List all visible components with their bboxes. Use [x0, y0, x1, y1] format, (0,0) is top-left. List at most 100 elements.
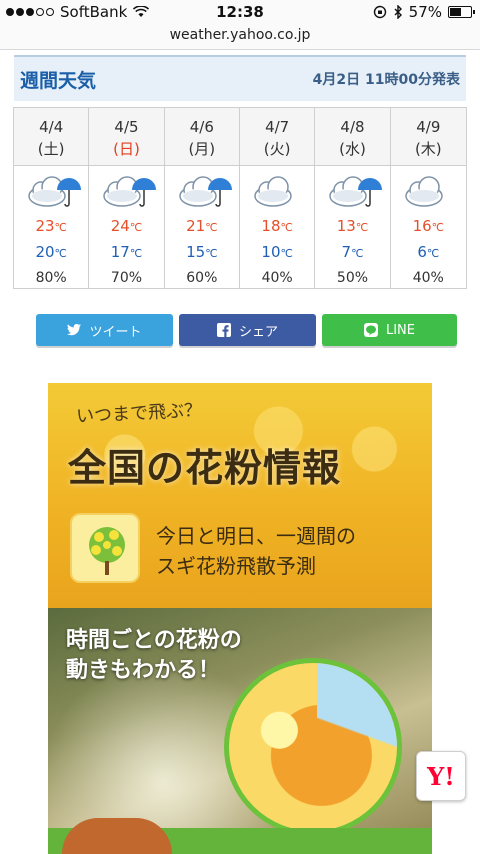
battery-percent: 57%: [408, 3, 442, 21]
date-cell: 4/5 (日): [89, 108, 165, 166]
status-right: 57%: [373, 3, 475, 21]
banner-title: 全国の花粉情報: [68, 446, 342, 490]
share-label: シェア: [238, 324, 278, 340]
date-label: 4/6: [189, 118, 214, 136]
high-temp: 24℃: [89, 214, 163, 240]
url-bar[interactable]: weather.yahoo.co.jp: [0, 24, 480, 50]
forecast-cell: 18℃ 10℃ 40%: [240, 166, 316, 288]
issued-time: 4月2日 11時00分発表: [312, 72, 460, 88]
high-temp: 23℃: [14, 214, 88, 240]
cloud-icon: [391, 172, 466, 212]
weekly-weather-header: 週間天気 4月2日 11時00分発表: [14, 55, 466, 101]
high-temp: 18℃: [240, 214, 314, 240]
day-of-week-label: (火): [263, 140, 291, 158]
rain-chance: 40%: [412, 270, 444, 286]
low-temp: 15℃: [165, 240, 239, 266]
date-label: 4/8: [340, 118, 365, 136]
day-of-week-label: (水): [339, 140, 366, 158]
facebook-icon: [216, 323, 231, 337]
temp-unit: ℃: [280, 247, 293, 260]
high-temp-value: 13: [336, 217, 356, 235]
low-temp-value: 17: [110, 243, 130, 261]
temp-unit: ℃: [355, 221, 369, 234]
battery-icon: [448, 6, 475, 18]
facebook-share-button[interactable]: シェア: [179, 314, 316, 346]
cloud-icon: [240, 172, 314, 212]
banner-desc-line2: スギ花粉飛散予測: [156, 554, 316, 578]
twitter-bird-icon: [67, 323, 82, 336]
forecast-cell: 13℃ 7℃ 50%: [315, 166, 391, 288]
day-of-week-label: (日): [113, 140, 140, 158]
person-image: [62, 818, 172, 854]
high-temp: 16℃: [391, 214, 466, 240]
date-label: 4/9: [416, 118, 441, 136]
rain-chance: 50%: [336, 270, 369, 286]
temp-unit: ℃: [129, 247, 143, 260]
forecast-row: 23℃ 20℃ 80% 24℃ 17℃ 70% 21℃ 15℃ 60% 18℃ 10℃ 40% 13℃ 7…: [14, 166, 466, 288]
high-temp: 21℃: [165, 214, 239, 240]
banner-caption-line1: 時間ごとの花粉の: [66, 628, 242, 653]
high-temp-value: 21: [186, 217, 206, 235]
rain-chance: 70%: [110, 270, 143, 286]
day-of-week-label: (土): [37, 140, 65, 158]
low-temp-value: 20: [35, 243, 55, 261]
high-temp: 13℃: [315, 214, 389, 240]
high-temp-value: 18: [261, 217, 281, 235]
high-temp-value: 23: [35, 217, 55, 235]
low-temp-value: 7: [341, 243, 352, 261]
low-temp: 6℃: [391, 240, 466, 266]
date-cell: 4/9 (木): [390, 108, 466, 166]
rain-chance: 40%: [261, 270, 293, 286]
rotation-lock-icon: [373, 5, 386, 19]
low-temp-value: 10: [261, 243, 281, 261]
temp-unit: ℃: [54, 247, 67, 260]
line-label: LINE: [385, 322, 415, 338]
date-cell: 4/6 (月): [164, 108, 240, 166]
yahoo-home-button[interactable]: Y!: [416, 751, 466, 801]
temp-unit: ℃: [129, 221, 143, 234]
status-bar: SoftBank 12:38 57%: [0, 0, 480, 24]
temp-unit: ℃: [205, 221, 218, 234]
temp-unit: ℃: [426, 247, 440, 260]
bluetooth-icon: [394, 5, 402, 19]
banner-desc-line1: 今日と明日、一週間の: [156, 524, 356, 548]
pollen-info-banner[interactable]: いつまで飛ぶ？ 全国の花粉情報 今日と明日、一週間の スギ花粉飛散予測 時間ごと…: [48, 383, 432, 854]
cedar-tree-icon: [70, 513, 140, 583]
date-label: 4/5: [114, 118, 139, 136]
banner-caption-line2: 動きもわかる！: [66, 658, 221, 683]
temp-unit: ℃: [431, 221, 445, 234]
date-cell: 4/7 (火): [239, 108, 316, 166]
low-temp: 7℃: [315, 240, 389, 266]
pollen-map-image: [224, 658, 402, 836]
banner-description: 今日と明日、一週間の スギ花粉飛散予測: [156, 521, 356, 581]
date-label: 4/7: [265, 118, 290, 136]
low-temp-value: 15: [186, 243, 206, 261]
tweet-button[interactable]: ツイート: [36, 314, 173, 346]
screen: SoftBank 12:38 57% weather.yahoo.co.jp 週…: [0, 0, 480, 854]
low-temp-value: 6: [417, 243, 427, 261]
line-icon: [363, 323, 378, 337]
temp-unit: ℃: [205, 247, 218, 260]
banner-bottom: 時間ごとの花粉の 動きもわかる！: [48, 608, 432, 854]
weekly-weather-title: 週間天気: [20, 69, 97, 92]
date-label: 4/4: [39, 118, 64, 136]
high-temp-value: 24: [110, 217, 130, 235]
low-temp: 20℃: [14, 240, 88, 266]
rain-chance: 80%: [35, 270, 67, 286]
tweet-label: ツイート: [89, 324, 142, 340]
cloud-rain-icon: [165, 172, 239, 212]
rain-chance: 60%: [186, 270, 218, 286]
cloud-rain-icon: [315, 172, 389, 212]
banner-caption: 時間ごとの花粉の 動きもわかる！: [66, 626, 242, 686]
temp-unit: ℃: [54, 221, 67, 234]
line-share-button[interactable]: LINE: [322, 314, 457, 346]
date-row: 4/4 (土) 4/5 (日) 4/6 (月) 4/7 (火) 4/8 (水) 4/9 (木): [14, 108, 466, 166]
day-of-week-label: (木): [414, 140, 442, 158]
weekly-weather-table: 4/4 (土) 4/5 (日) 4/6 (月) 4/7 (火) 4/8 (水) 4/9 (木) 23℃…: [13, 107, 467, 289]
cloud-rain-icon: [14, 172, 88, 212]
share-buttons: ツイート シェア LINE: [36, 314, 457, 346]
banner-top: いつまで飛ぶ？ 全国の花粉情報 今日と明日、一週間の スギ花粉飛散予測: [48, 383, 432, 608]
date-cell: 4/8 (水): [315, 108, 391, 166]
date-cell: 4/4 (土): [14, 108, 90, 166]
day-of-week-label: (月): [188, 140, 216, 158]
